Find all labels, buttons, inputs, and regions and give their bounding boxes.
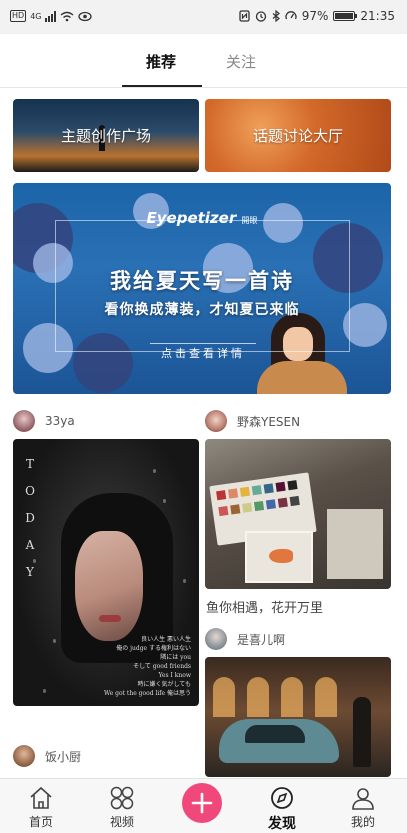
- nav-discover[interactable]: 发现: [252, 783, 312, 833]
- person-figure: [353, 697, 371, 767]
- bluetooth-icon: [272, 10, 280, 22]
- category-label-discussion: 话题讨论大厅: [252, 127, 343, 145]
- tab-recommend[interactable]: 推荐: [146, 51, 176, 72]
- battery-fill: [335, 13, 353, 19]
- avatar[interactable]: [205, 628, 227, 650]
- plus-icon: [191, 792, 213, 814]
- bottom-nav: 首页 视频 发现 我的: [0, 778, 407, 833]
- tabs-divider: [0, 87, 407, 88]
- alarm-icon: [255, 11, 266, 22]
- tab-follow[interactable]: 关注: [226, 51, 256, 72]
- post-image-today[interactable]: TODAY 良い人生 悪い人生 俺の judge する権利はない 隣には you…: [13, 439, 199, 706]
- post-author[interactable]: 33ya: [13, 410, 75, 432]
- clock: 21:35: [360, 9, 395, 23]
- nav-home-label: 首页: [28, 815, 53, 829]
- banner-title: 我给夏天写一首诗: [110, 269, 294, 293]
- author-name: 33ya: [45, 414, 75, 428]
- avatar[interactable]: [13, 410, 35, 432]
- banner-subtitle: 看你换成薄装，才知夏已来临: [104, 302, 300, 318]
- post-author[interactable]: 野森YESEN: [205, 410, 300, 432]
- author-name: 饭小厨: [45, 749, 82, 764]
- nav-video-label: 视频: [109, 815, 134, 829]
- publish-button[interactable]: [182, 783, 222, 823]
- speed-icon: [285, 11, 297, 20]
- post-author[interactable]: 饭小厨: [13, 745, 81, 767]
- status-bar: HD 4G 97% 21:35: [0, 0, 407, 34]
- avatar[interactable]: [13, 745, 35, 767]
- signal-icon: [45, 10, 57, 22]
- compass-icon: [252, 783, 312, 813]
- nfc-icon: [239, 10, 250, 22]
- category-label-creation: 主题创作广场: [60, 127, 151, 145]
- painting-card: [245, 531, 313, 583]
- post-author[interactable]: 是喜儿啊: [205, 628, 285, 650]
- eye-icon: [78, 11, 93, 21]
- poem-text: 良い人生 悪い人生 俺の judge する権利はない 隣には you そして g…: [104, 636, 191, 697]
- top-tabs: 推荐 关注: [0, 34, 407, 88]
- nav-home[interactable]: 首页: [11, 783, 71, 830]
- today-vertical-text: TODAY: [25, 457, 35, 579]
- banner-logo: Eyepetizer 開眼: [13, 209, 391, 227]
- author-name: 是喜儿啊: [237, 632, 286, 647]
- battery-icon: [333, 11, 358, 21]
- author-name: 野森YESEN: [237, 414, 301, 429]
- nav-profile-label: 我的: [350, 815, 375, 829]
- wifi-icon: [61, 11, 74, 21]
- network-type: 4G: [30, 11, 42, 21]
- status-left: HD 4G: [10, 10, 93, 22]
- hd-badge: HD: [10, 10, 27, 22]
- battery-percent: 97%: [301, 9, 329, 23]
- nav-video[interactable]: 视频: [92, 783, 152, 830]
- post-image-car[interactable]: [205, 657, 391, 777]
- post-caption: 鱼你相遇，花开万里: [206, 601, 324, 616]
- status-right: 97% 21:35: [239, 9, 395, 23]
- category-card-discussion[interactable]: 话题讨论大厅: [205, 99, 391, 172]
- avatar[interactable]: [205, 410, 227, 432]
- home-icon: [11, 783, 71, 813]
- nav-profile[interactable]: 我的: [333, 783, 393, 830]
- profile-icon: [333, 783, 393, 813]
- post-image-painting[interactable]: [205, 439, 391, 589]
- banner-logo-text: Eyepetizer: [146, 209, 237, 227]
- banner-cta[interactable]: 点击查看详情: [150, 343, 256, 363]
- category-card-creation[interactable]: 主题创作广场: [13, 99, 199, 172]
- nav-discover-label: 发现: [268, 816, 296, 832]
- video-grid-icon: [92, 783, 152, 813]
- banner-logo-sub: 開眼: [241, 216, 258, 225]
- painting-card: [327, 509, 383, 579]
- promo-banner[interactable]: Eyepetizer 開眼 我给夏天写一首诗 看你换成薄装，才知夏已来临 点击查…: [13, 183, 391, 394]
